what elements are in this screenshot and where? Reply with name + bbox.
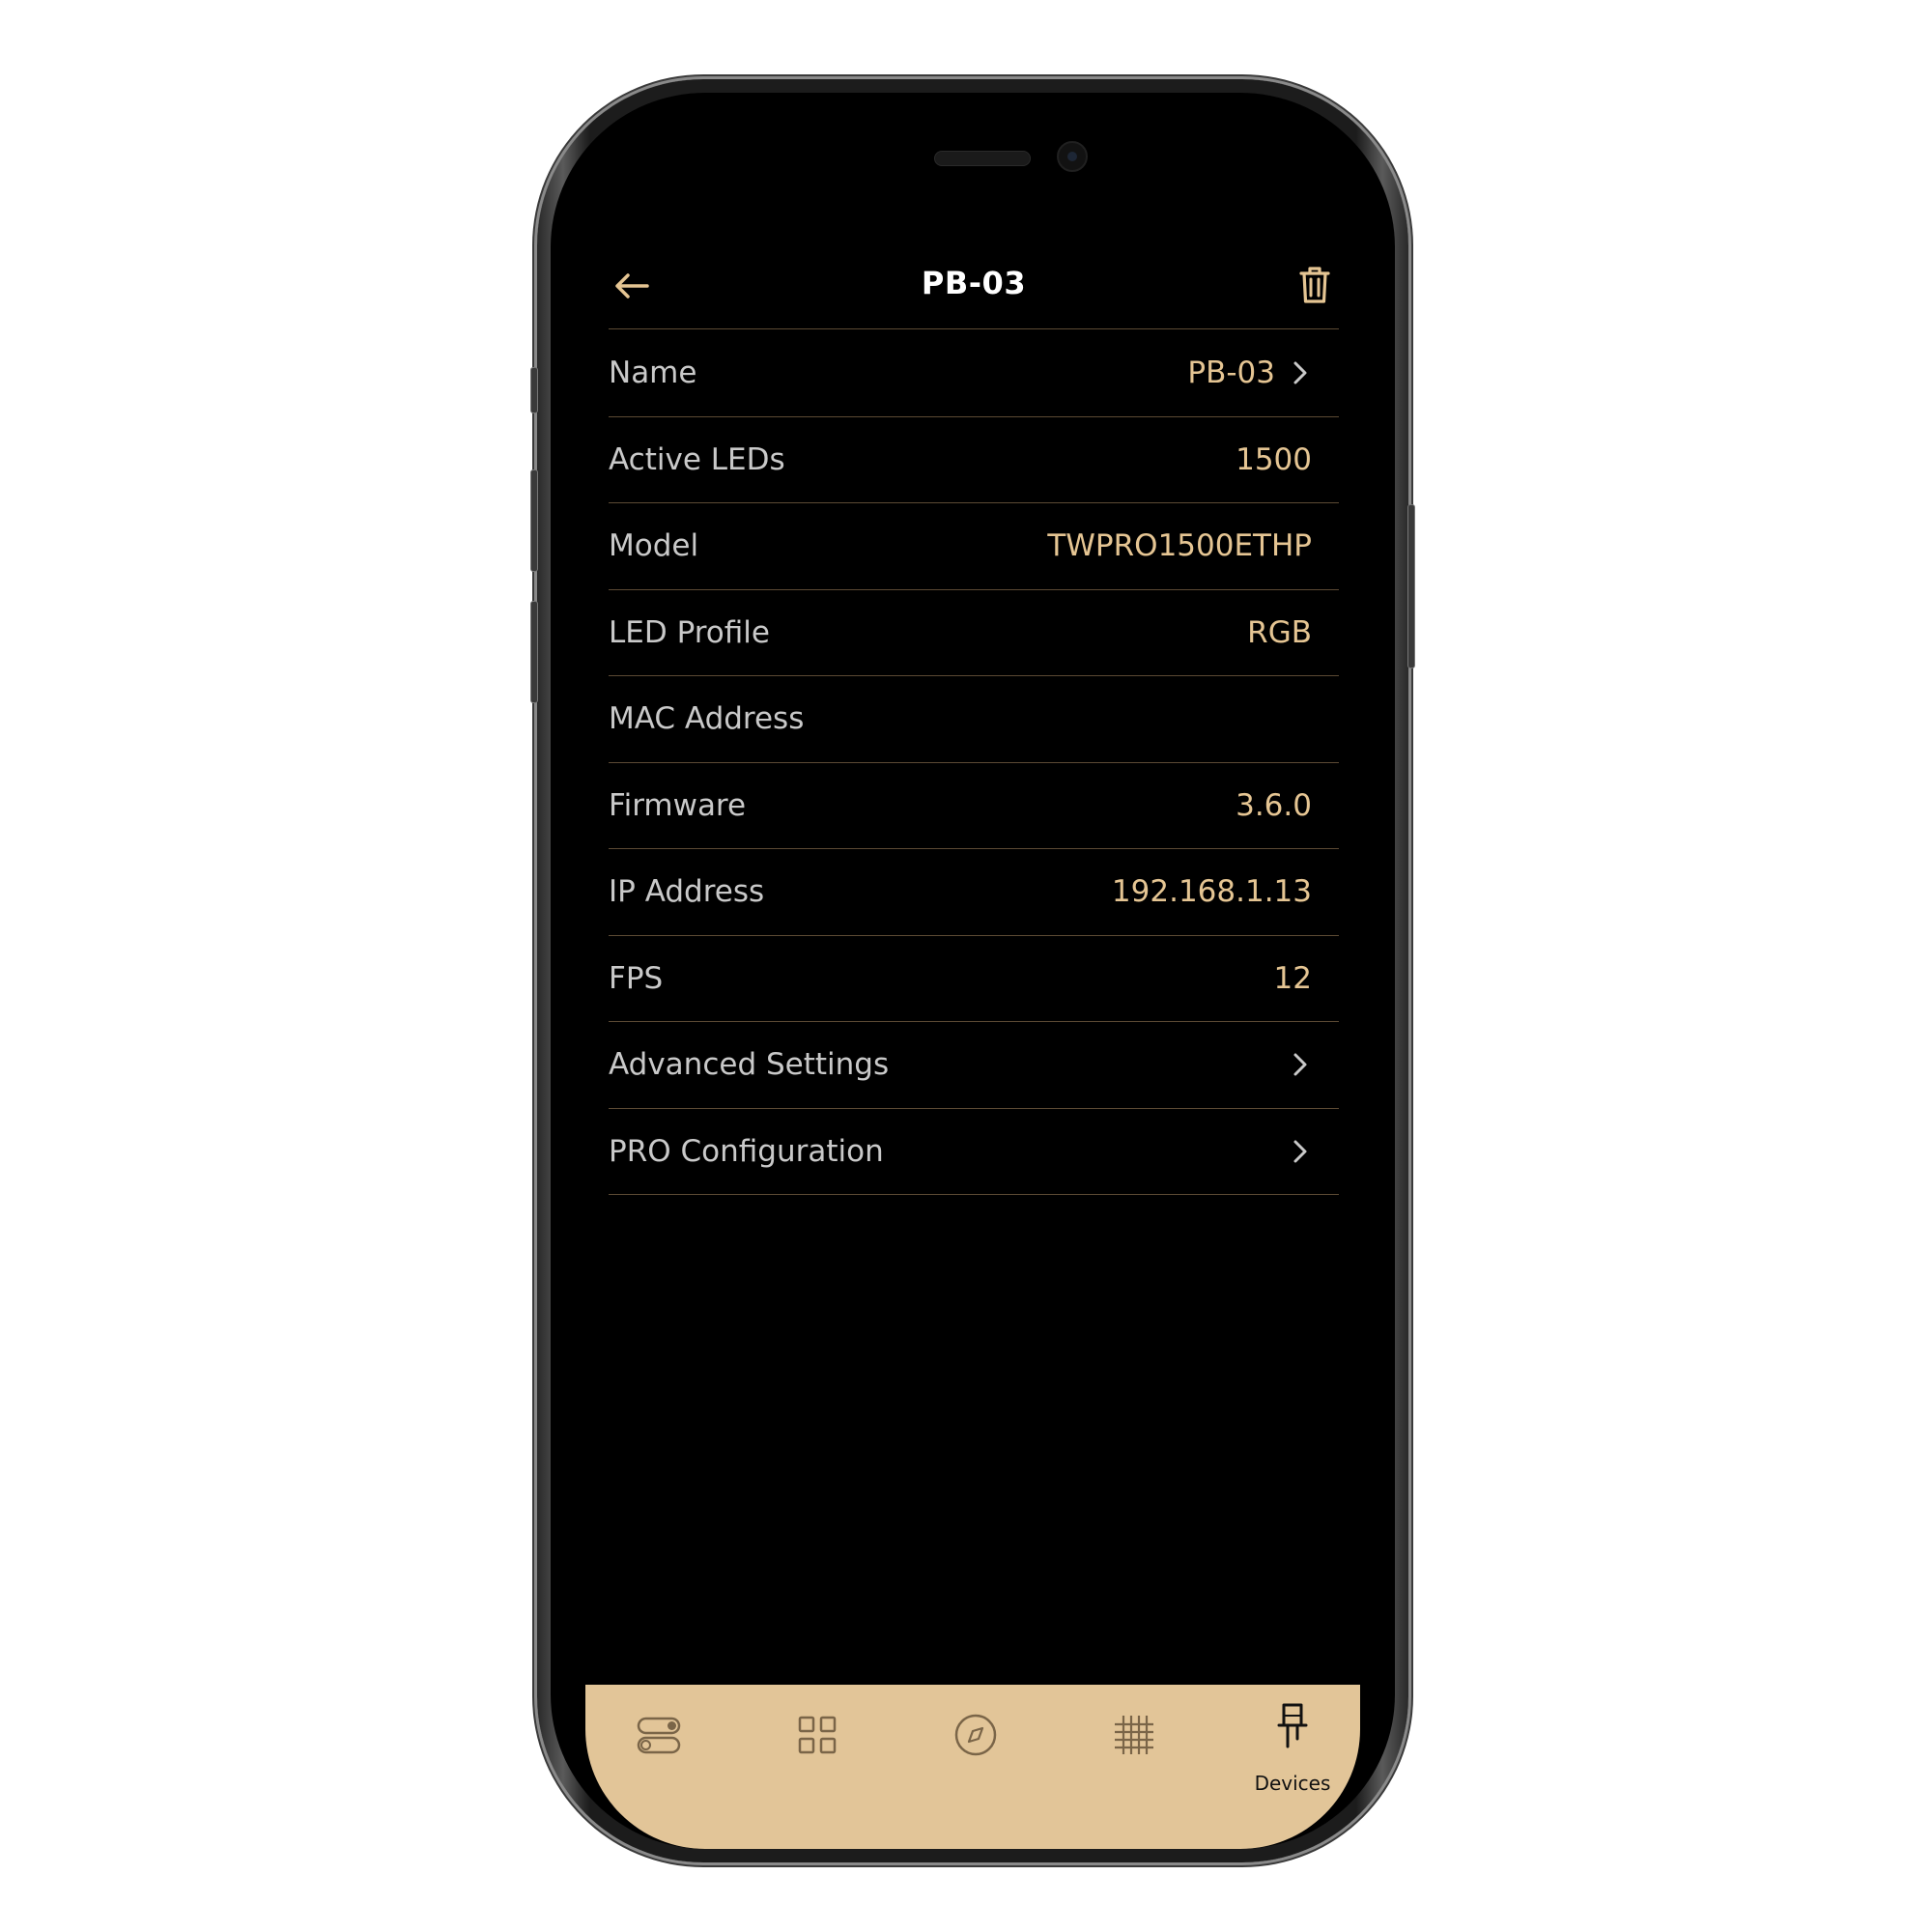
row-value: PB-03 — [1187, 355, 1275, 390]
tab-compass[interactable] — [927, 1702, 1024, 1799]
row-value: RGB — [1247, 614, 1312, 650]
tab-toggles[interactable] — [611, 1702, 707, 1799]
tab-layout[interactable] — [1086, 1702, 1182, 1799]
row-value: 3.6.0 — [1236, 787, 1312, 823]
row-label: Active LEDs — [609, 441, 785, 477]
compass-icon — [954, 1714, 997, 1756]
volume-down-button — [530, 601, 538, 703]
tab-label: Devices — [1254, 1772, 1331, 1795]
chevron-right-icon — [1293, 1140, 1307, 1162]
tab-devices[interactable]: Devices — [1244, 1702, 1341, 1799]
grid-icon — [798, 1716, 837, 1754]
row-pro-configuration[interactable]: PRO Configuration — [609, 1109, 1339, 1195]
row-label: FPS — [609, 960, 664, 996]
page-title: PB-03 — [921, 265, 1027, 301]
row-advanced-settings[interactable]: Advanced Settings — [609, 1022, 1339, 1109]
device-settings-list: Name PB-03 Active LEDs 1500 Model TWPRO1… — [609, 330, 1339, 1195]
row-label: PRO Configuration — [609, 1133, 884, 1169]
led-device-icon — [1277, 1703, 1308, 1748]
phone-screen: PB-03 Name PB-03 Active LEDs 1500 Model … — [551, 93, 1395, 1849]
row-label: IP Address — [609, 874, 765, 909]
trash-icon[interactable] — [1291, 261, 1339, 309]
row-mac-address: MAC Address — [609, 676, 1339, 763]
row-label: MAC Address — [609, 701, 805, 736]
row-value: 1500 — [1236, 441, 1312, 477]
row-label: LED Profile — [609, 614, 770, 650]
row-model: Model TWPRO1500ETHP — [609, 503, 1339, 590]
tab-grid[interactable] — [769, 1702, 866, 1799]
row-label: Name — [609, 355, 697, 390]
chevron-right-icon — [1293, 361, 1307, 384]
row-value: TWPRO1500ETHP — [1047, 528, 1312, 563]
power-button — [1407, 504, 1415, 668]
row-value: 192.168.1.13 — [1111, 874, 1312, 909]
chevron-right-icon — [1293, 1053, 1307, 1076]
row-ip-address: IP Address 192.168.1.13 — [609, 849, 1339, 936]
volume-up-button — [530, 469, 538, 572]
row-firmware: Firmware 3.6.0 — [609, 763, 1339, 849]
nav-header: PB-03 — [609, 247, 1339, 329]
mute-switch — [530, 367, 538, 413]
row-label: Model — [609, 528, 699, 563]
row-name[interactable]: Name PB-03 — [609, 330, 1339, 417]
hashtag-grid-icon — [1115, 1716, 1153, 1754]
row-label: Advanced Settings — [609, 1047, 890, 1082]
toggles-icon — [637, 1717, 681, 1754]
phone-frame: PB-03 Name PB-03 Active LEDs 1500 Model … — [530, 79, 1415, 1862]
row-fps: FPS 12 — [609, 936, 1339, 1022]
bottom-tab-bar: Devices — [585, 1685, 1360, 1849]
row-label: Firmware — [609, 787, 747, 823]
earpiece-speaker — [934, 151, 1031, 166]
row-active-leds: Active LEDs 1500 — [609, 417, 1339, 503]
front-camera — [1057, 141, 1088, 172]
row-value: 12 — [1273, 960, 1312, 996]
row-led-profile: LED Profile RGB — [609, 590, 1339, 676]
